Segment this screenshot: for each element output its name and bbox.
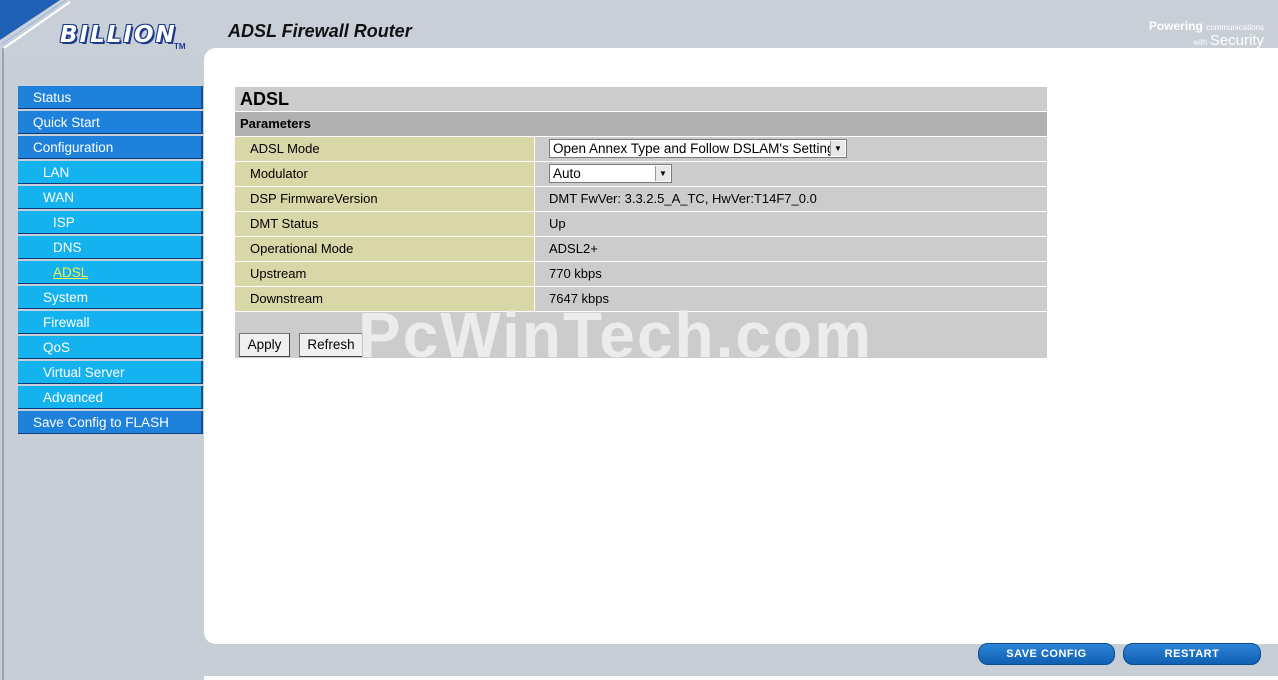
adsl-mode-selected-value: Open Annex Type and Follow DSLAM's Setti… <box>553 141 835 156</box>
row-value: Auto ▼ <box>535 162 1047 186</box>
sidebar-item-qos[interactable]: QoS <box>18 336 203 359</box>
sidebar-item-label: Firewall <box>43 315 90 330</box>
row-dsp-firmware-version: DSP FirmwareVersion DMT FwVer: 3.3.2.5_A… <box>235 186 1047 211</box>
row-upstream: Upstream 770 kbps <box>235 261 1047 286</box>
adsl-mode-select[interactable]: Open Annex Type and Follow DSLAM's Setti… <box>549 139 847 158</box>
sidebar-item-label: Configuration <box>33 140 114 155</box>
row-label: Operational Mode <box>235 237 535 261</box>
sidebar-item-label: LAN <box>43 165 70 180</box>
row-value: DMT FwVer: 3.3.2.5_A_TC, HwVer:T14F7_0.0 <box>535 187 1047 211</box>
sidebar-item-label: System <box>43 290 89 305</box>
chevron-down-icon[interactable]: ▼ <box>830 141 845 156</box>
billion-logo: BILLION TM <box>60 22 186 51</box>
apply-button[interactable]: Apply <box>239 333 290 357</box>
row-value: 770 kbps <box>535 262 1047 286</box>
sidebar-item-label: Status <box>33 90 72 105</box>
sidebar-item-firewall[interactable]: Firewall <box>18 311 203 334</box>
sidebar-item-lan[interactable]: LAN <box>18 161 203 184</box>
sidebar-item-adsl[interactable]: ADSL <box>18 261 203 284</box>
sidebar-item-system[interactable]: System <box>18 286 203 309</box>
row-dmt-status: DMT Status Up <box>235 211 1047 236</box>
page-title: ADSL <box>235 87 1047 112</box>
row-label: Upstream <box>235 262 535 286</box>
sidebar-item-virtual-server[interactable]: Virtual Server <box>18 361 203 384</box>
logo-text: BILLION <box>60 22 177 48</box>
modulator-selected-value: Auto <box>553 166 581 181</box>
left-border <box>2 48 4 680</box>
row-value: Open Annex Type and Follow DSLAM's Setti… <box>535 137 1047 161</box>
save-config-button[interactable]: SAVE CONFIG <box>978 643 1115 665</box>
sidebar-item-label: Virtual Server <box>43 365 125 380</box>
row-label: Downstream <box>235 287 535 311</box>
row-label: DMT Status <box>235 212 535 236</box>
sidebar-item-label: ADSL <box>53 265 89 280</box>
row-label: Modulator <box>235 162 535 186</box>
sidebar-item-dns[interactable]: DNS <box>18 236 203 259</box>
restart-button[interactable]: RESTART <box>1123 643 1261 665</box>
sidebar-item-label: WAN <box>43 190 74 205</box>
sidebar-item-wan[interactable]: WAN <box>18 186 203 209</box>
adsl-settings-panel: ADSL Parameters ADSL Mode Open Annex Typ… <box>235 87 1047 358</box>
tagline-with: with <box>1193 38 1208 47</box>
row-value: ADSL2+ <box>535 237 1047 261</box>
modulator-select[interactable]: Auto ▼ <box>549 164 672 183</box>
row-value: 7647 kbps <box>535 287 1047 311</box>
tagline-powering: Powering <box>1148 19 1203 33</box>
parameters-header: Parameters <box>235 112 1047 136</box>
logo-trademark: TM <box>174 42 186 51</box>
row-label: DSP FirmwareVersion <box>235 187 535 211</box>
row-operational-mode: Operational Mode ADSL2+ <box>235 236 1047 261</box>
sidebar-item-label: Quick Start <box>33 115 100 130</box>
sidebar-item-advanced[interactable]: Advanced <box>18 386 203 409</box>
sidebar-item-label: Advanced <box>43 390 104 405</box>
row-downstream: Downstream 7647 kbps <box>235 286 1047 311</box>
action-buttons-row: Apply Refresh <box>235 311 1047 358</box>
row-adsl-mode: ADSL Mode Open Annex Type and Follow DSL… <box>235 136 1047 161</box>
refresh-button[interactable]: Refresh <box>299 333 363 357</box>
sidebar-item-label: DNS <box>53 240 82 255</box>
sidebar-nav: Status Quick Start Configuration LAN WAN… <box>18 86 203 436</box>
row-label: ADSL Mode <box>235 137 535 161</box>
sidebar-item-configuration[interactable]: Configuration <box>18 136 203 159</box>
tagline-communications: communications <box>1206 23 1264 32</box>
tagline: Powering communications with Security <box>1149 20 1264 49</box>
row-modulator: Modulator Auto ▼ <box>235 161 1047 186</box>
sidebar-item-label: Save Config to FLASH <box>33 415 169 430</box>
sidebar-item-status[interactable]: Status <box>18 86 203 109</box>
sidebar-item-quick-start[interactable]: Quick Start <box>18 111 203 134</box>
chevron-down-icon[interactable]: ▼ <box>655 166 670 181</box>
sidebar-item-save-config-to-flash[interactable]: Save Config to FLASH <box>18 411 203 434</box>
tagline-security: Security <box>1209 32 1264 49</box>
row-value: Up <box>535 212 1047 236</box>
bottom-strip <box>204 676 1278 680</box>
sidebar-item-isp[interactable]: ISP <box>18 211 203 234</box>
sidebar-item-label: ISP <box>53 215 75 230</box>
product-title: ADSL Firewall Router <box>228 21 412 41</box>
sidebar-item-label: QoS <box>43 340 71 355</box>
